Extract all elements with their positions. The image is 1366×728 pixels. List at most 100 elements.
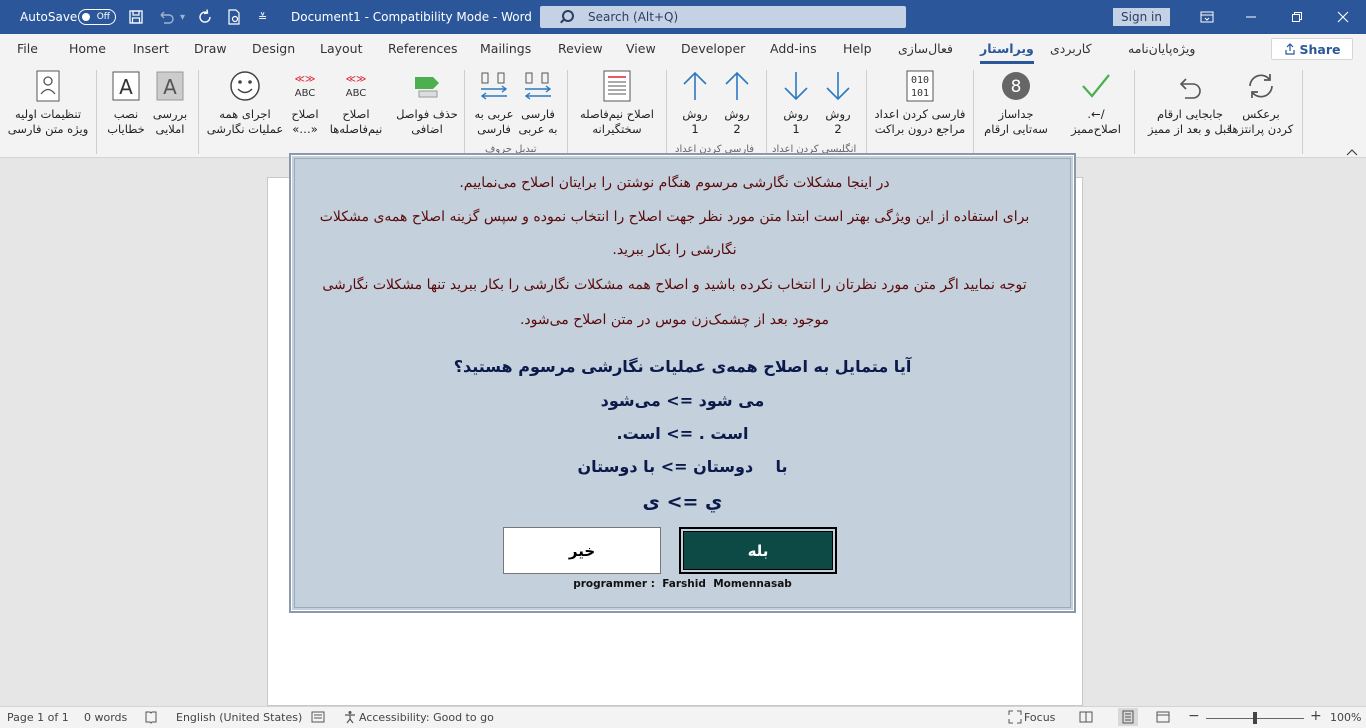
ribbon-separator — [866, 70, 867, 154]
yes-button[interactable]: بله — [679, 527, 837, 574]
arabic-to-persian-button[interactable]: عربی به فارسی — [472, 68, 516, 154]
macro-icon[interactable] — [311, 710, 325, 727]
share-label: Share — [1299, 41, 1341, 57]
tab-add-ins[interactable]: Add-ins — [770, 41, 817, 56]
persian-settings-label: تنظیمات اولیه ویژه متن فارسی — [7, 107, 89, 136]
intro-line-1: در اینجا مشکلات نگارشی مرسوم هنگام نوشتن… — [459, 175, 890, 191]
word-count[interactable]: 0 words — [84, 711, 127, 724]
share-button[interactable]: Share — [1271, 38, 1353, 60]
print-preview-icon[interactable] — [226, 0, 242, 34]
read-mode-icon[interactable] — [1079, 710, 1093, 727]
strict-half-space-label: اصلاح نیم‌فاصله سختگیرانه — [580, 107, 654, 136]
svg-text:010: 010 — [911, 75, 929, 86]
undo-icon[interactable] — [157, 0, 175, 34]
text-a-icon: A — [109, 68, 143, 104]
ribbon-display-options-icon[interactable] — [1184, 0, 1230, 34]
svg-text:A: A — [163, 75, 177, 99]
intro-line-2: برای استفاده از این ویژگی بهتر است ابتدا… — [319, 209, 1030, 225]
accessibility-icon[interactable] — [343, 710, 357, 727]
ribbon-separator — [1134, 70, 1135, 154]
no-button[interactable]: خیر — [503, 527, 661, 574]
restore-icon[interactable] — [1274, 0, 1320, 34]
svg-text:≪≫: ≪≫ — [346, 74, 367, 85]
svg-text:101: 101 — [911, 88, 929, 99]
intro-line-4: توجه نمایید اگر متن مورد نظرتان را انتخا… — [322, 277, 1027, 293]
dialog-window: در اینجا مشکلات نگارشی مرسوم هنگام نوشتن… — [289, 153, 1076, 613]
focus-label[interactable]: Focus — [1024, 711, 1055, 724]
persian-to-arabic-button[interactable]: فارسی به عربی — [516, 68, 560, 154]
fix-half-spaces-label: اصلاح نیم‌فاصله‌ها — [329, 107, 383, 136]
tab-layout[interactable]: Layout — [320, 41, 363, 56]
remove-extra-spaces-button[interactable]: حذف فواصل اضافی — [394, 68, 460, 154]
ribbon-separator — [96, 70, 97, 154]
spell-check-button[interactable]: A بررسی املایی — [148, 68, 192, 154]
autosave-toggle[interactable]: Off — [78, 9, 116, 25]
redo-icon[interactable] — [196, 0, 214, 34]
persian-digits-method1-button[interactable]: روش 1 — [675, 68, 715, 154]
proofing-icon[interactable] — [144, 710, 158, 727]
ribbon-separator — [567, 70, 568, 154]
tab-karbordi[interactable]: کاربردی — [1050, 41, 1092, 56]
convert-arrows-icon — [477, 68, 511, 104]
tab-home[interactable]: Home — [69, 41, 106, 56]
customize-toolbar-icon[interactable]: ≚ — [258, 0, 267, 34]
english-digits-method2-button[interactable]: روش 2 — [818, 68, 858, 154]
zoom-out-icon[interactable]: − — [1188, 708, 1200, 724]
dialog-question: آیا متمایل به اصلاح همه‌ی عملیات نگارشی … — [453, 357, 912, 376]
tab-thesis[interactable]: ویژه‌پایان‌نامه — [1128, 41, 1195, 56]
abc-space-icon: ≪≫ ABC — [339, 68, 373, 104]
bracket-digits-button[interactable]: 010 101 فارسی کردن اعداد مراجع درون براکت — [872, 68, 968, 154]
svg-text:8: 8 — [1011, 77, 1022, 97]
zoom-in-icon[interactable]: + — [1310, 708, 1322, 724]
persian-digits-method2-button[interactable]: روش 2 — [717, 68, 757, 154]
ribbon-separator — [464, 70, 465, 154]
search-icon — [558, 9, 574, 25]
save-icon[interactable] — [128, 0, 144, 34]
tab-virastar[interactable]: ویراستار — [980, 41, 1034, 64]
space-remove-icon — [410, 68, 444, 104]
thousands-separator-button[interactable]: 8 جداساز سه‌تایی ارقام — [980, 68, 1052, 154]
reverse-parentheses-button[interactable]: برعکس کردن پرانتزها — [1226, 68, 1296, 154]
strict-half-space-button[interactable]: اصلاح نیم‌فاصله سختگیرانه — [574, 68, 660, 154]
sign-in-button[interactable]: Sign in — [1113, 8, 1170, 26]
zoom-level[interactable]: 100% — [1330, 711, 1361, 724]
document-lines-icon — [600, 68, 634, 104]
run-all-operations-label: اجرای همه عملیات نگارشی — [206, 107, 284, 136]
english-digits-method1-button[interactable]: روش 1 — [776, 68, 816, 154]
tab-references[interactable]: References — [388, 41, 457, 56]
minimize-icon[interactable] — [1228, 0, 1274, 34]
checkmark-icon — [1079, 68, 1113, 104]
tab-activation[interactable]: فعال‌سازی — [898, 41, 953, 56]
accessibility-status[interactable]: Accessibility: Good to go — [359, 711, 494, 724]
tab-review[interactable]: Review — [558, 41, 603, 56]
web-layout-icon[interactable] — [1156, 710, 1170, 727]
persian-digits-method1-label: روش 1 — [682, 107, 708, 136]
tab-view[interactable]: View — [626, 41, 656, 56]
search-placeholder: Search (Alt+Q) — [588, 10, 679, 24]
close-icon[interactable] — [1320, 0, 1366, 34]
tab-developer[interactable]: Developer — [681, 41, 745, 56]
persian-settings-button[interactable]: تنظیمات اولیه ویژه متن فارسی — [6, 68, 90, 154]
page-count[interactable]: Page 1 of 1 — [7, 711, 69, 724]
convert-arrows-icon — [521, 68, 555, 104]
tab-mailings[interactable]: Mailings — [480, 41, 531, 56]
fix-quotes-button[interactable]: ≪≫ ABC اصلاح «…» — [286, 68, 324, 154]
tab-file[interactable]: File — [17, 41, 38, 56]
language-indicator[interactable]: English (United States) — [176, 711, 302, 724]
tab-help[interactable]: Help — [843, 41, 872, 56]
fix-half-spaces-button[interactable]: ≪≫ ABC اصلاح نیم‌فاصله‌ها — [329, 68, 383, 154]
zoom-slider-thumb[interactable] — [1253, 712, 1257, 724]
search-box[interactable]: Search (Alt+Q) — [540, 6, 906, 28]
tab-design[interactable]: Design — [252, 41, 295, 56]
remove-extra-spaces-label: حذف فواصل اضافی — [396, 107, 458, 136]
print-layout-icon[interactable] — [1118, 708, 1138, 726]
tab-draw[interactable]: Draw — [194, 41, 227, 56]
english-digits-method1-label: روش 1 — [783, 107, 809, 136]
undo-dropdown-icon[interactable]: ▾ — [180, 0, 185, 34]
install-spellchecker-button[interactable]: A نصب خطایاب — [104, 68, 148, 154]
focus-icon[interactable] — [1008, 710, 1022, 727]
fix-decimal-button[interactable]: /←. اصلاح‌ممیز — [1060, 68, 1132, 154]
arrow-down-icon — [779, 68, 813, 104]
run-all-operations-button[interactable]: اجرای همه عملیات نگارشی — [202, 68, 288, 154]
tab-insert[interactable]: Insert — [133, 41, 169, 56]
